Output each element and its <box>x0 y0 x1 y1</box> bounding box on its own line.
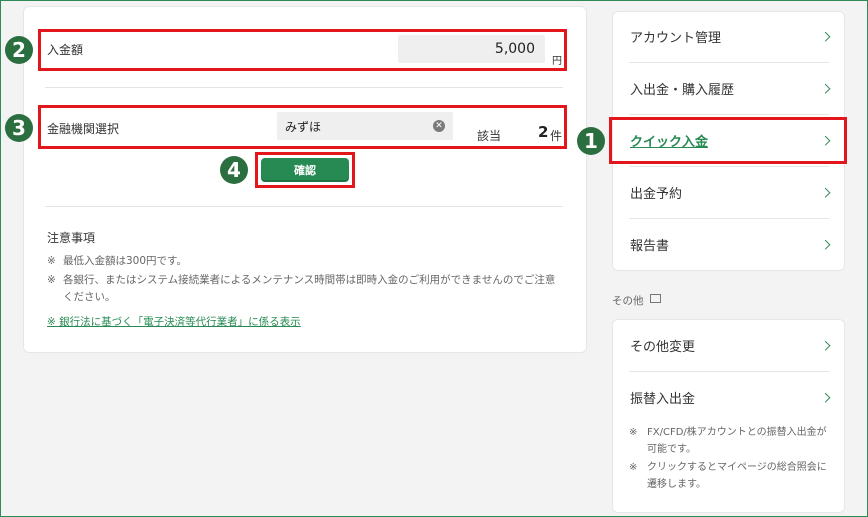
step-badge: 2 <box>5 36 33 64</box>
window-icon <box>650 294 661 303</box>
step-badge: 4 <box>220 156 248 184</box>
menu-item-history[interactable]: 入出金・購入履歴 <box>612 62 845 114</box>
step-badge: 1 <box>577 127 605 155</box>
menu-item-other-change[interactable]: その他変更 <box>612 319 845 371</box>
note-mark: ※ <box>47 255 56 267</box>
chevron-right-icon <box>820 340 831 351</box>
menu-item-label: クイック入金 <box>630 134 709 150</box>
transfer-note: ※ クリックするとマイページの総合照会に遷移します。 <box>629 459 834 493</box>
note-item: ※ 最低入金額は300円です。 <box>47 253 563 270</box>
menu-item-label: 振替入出金 <box>630 391 696 407</box>
result-label: 該当 <box>477 129 502 143</box>
menu-item-label: 出金予約 <box>630 186 683 202</box>
menu-item-account-management[interactable]: アカウント管理 <box>612 10 845 62</box>
menu-item-label: 入出金・購入履歴 <box>630 82 735 98</box>
note-mark: ※ <box>47 274 56 286</box>
menu-item-withdrawal-reservation[interactable]: 出金予約 <box>612 166 845 218</box>
note-text: クリックするとマイページの総合照会に遷移します。 <box>647 462 827 490</box>
note-mark: ※ <box>629 427 638 438</box>
note-text: 最低入金額は300円です。 <box>63 255 187 267</box>
chevron-right-icon <box>820 135 831 146</box>
confirm-button[interactable]: 確認 <box>261 158 349 182</box>
divider <box>45 206 563 207</box>
payment-agent-disclosure-link[interactable]: ※ 銀行法に基づく「電子決済等代行業者」に係る表示 <box>47 314 301 329</box>
chevron-right-icon <box>820 392 831 403</box>
result-unit: 件 <box>550 129 563 143</box>
note-text: FX/CFD/株アカウントとの振替入出金が可能です。 <box>647 427 827 455</box>
section-label-other: その他 <box>612 295 644 307</box>
transfer-note: ※ FX/CFD/株アカウントとの振替入出金が可能です。 <box>629 424 834 458</box>
note-text: 各銀行、またはシステム接続業者によるメンテナンス時間帯は即時入金のご利用ができま… <box>63 274 556 303</box>
chevron-right-icon <box>820 31 831 42</box>
bank-value: みずほ <box>285 119 322 134</box>
notes-title: 注意事項 <box>47 231 96 245</box>
note-mark: ※ <box>629 462 638 473</box>
menu-item-label: アカウント管理 <box>630 30 722 46</box>
menu-item-quick-deposit[interactable]: クイック入金 <box>612 114 845 166</box>
result-count: 2 <box>538 123 549 141</box>
menu-item-transfer[interactable]: 振替入出金 <box>612 371 845 423</box>
divider <box>45 87 563 88</box>
chevron-right-icon <box>820 187 831 198</box>
menu-item-label: 報告書 <box>630 238 670 254</box>
chevron-right-icon <box>820 239 831 250</box>
amount-value: 5,000 <box>494 41 535 57</box>
amount-input[interactable]: 5,000 <box>398 35 545 63</box>
amount-unit: 円 <box>552 56 562 67</box>
clear-icon[interactable]: ✕ <box>433 120 445 132</box>
amount-label: 入金額 <box>47 43 84 57</box>
bank-search-input[interactable]: みずほ <box>277 112 453 140</box>
menu-item-label: その他変更 <box>630 339 696 355</box>
note-item: ※ 各銀行、またはシステム接続業者によるメンテナンス時間帯は即時入金のご利用がで… <box>47 272 563 306</box>
menu-item-reports[interactable]: 報告書 <box>612 218 845 270</box>
chevron-right-icon <box>820 83 831 94</box>
step-badge: 3 <box>5 114 33 142</box>
bank-select-label: 金融機関選択 <box>47 122 120 136</box>
